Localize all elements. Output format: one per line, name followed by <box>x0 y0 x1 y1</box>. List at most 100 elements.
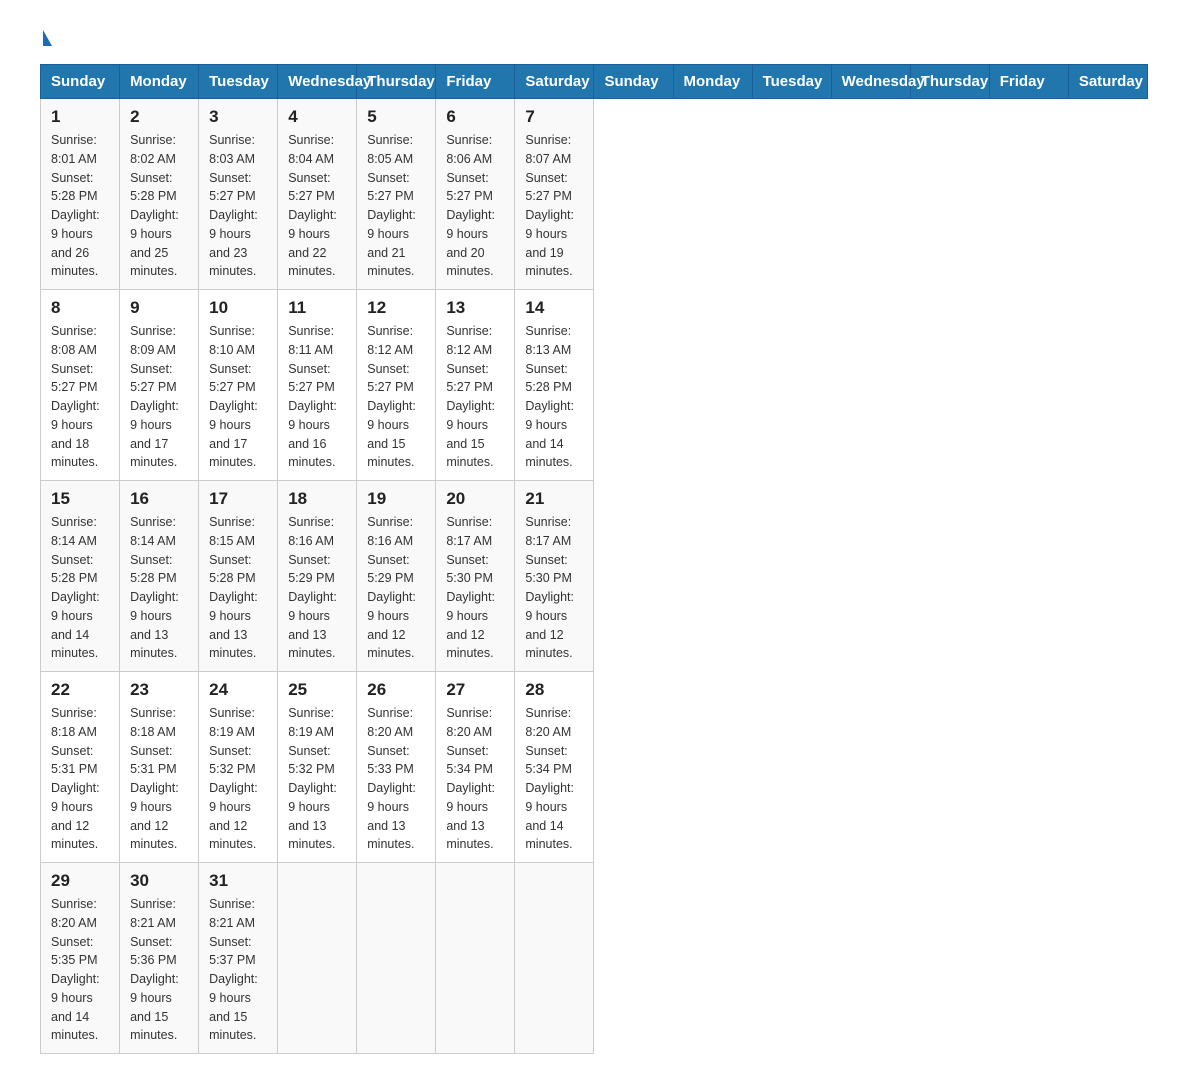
calendar-cell <box>357 863 436 1054</box>
day-info: Sunrise: 8:20 AMSunset: 5:34 PMDaylight:… <box>446 704 504 854</box>
calendar-week-row: 8Sunrise: 8:08 AMSunset: 5:27 PMDaylight… <box>41 290 1148 481</box>
day-info: Sunrise: 8:17 AMSunset: 5:30 PMDaylight:… <box>525 513 583 663</box>
day-number: 14 <box>525 298 583 318</box>
calendar-cell: 30Sunrise: 8:21 AMSunset: 5:36 PMDayligh… <box>120 863 199 1054</box>
calendar-cell: 31Sunrise: 8:21 AMSunset: 5:37 PMDayligh… <box>199 863 278 1054</box>
calendar-cell: 28 Sunrise: 8:20 AMSunset: 5:34 PMDayligh… <box>515 672 594 863</box>
day-number: 20 <box>446 489 504 509</box>
logo-arrow-icon <box>43 30 52 46</box>
calendar-cell: 21 Sunrise: 8:17 AMSunset: 5:30 PMDayligh… <box>515 481 594 672</box>
calendar-week-row: 29Sunrise: 8:20 AMSunset: 5:35 PMDayligh… <box>41 863 1148 1054</box>
day-info: Sunrise: 8:12 AMSunset: 5:27 PMDaylight:… <box>367 322 425 472</box>
day-info: Sunrise: 8:05 AMSunset: 5:27 PMDaylight:… <box>367 131 425 281</box>
calendar-cell: 20Sunrise: 8:17 AMSunset: 5:30 PMDayligh… <box>436 481 515 672</box>
day-number: 19 <box>367 489 425 509</box>
day-info: Sunrise: 8:06 AMSunset: 5:27 PMDaylight:… <box>446 131 504 281</box>
calendar-cell: 19 Sunrise: 8:16 AMSunset: 5:29 PMDayligh… <box>357 481 436 672</box>
logo <box>40 30 52 44</box>
calendar-cell: 13 Sunrise: 8:12 AMSunset: 5:27 PMDayligh… <box>436 290 515 481</box>
day-number: 2 <box>130 107 188 127</box>
day-info: Sunrise: 8:04 AMSunset: 5:27 PMDaylight:… <box>288 131 346 281</box>
day-number: 22 <box>51 680 109 700</box>
day-info: Sunrise: 8:02 AMSunset: 5:28 PMDaylight:… <box>130 131 188 281</box>
header-sunday: Sunday <box>41 65 120 99</box>
day-info: Sunrise: 8:18 AMSunset: 5:31 PMDaylight:… <box>51 704 109 854</box>
weekday-header-thursday: Thursday <box>910 65 989 99</box>
day-info: Sunrise: 8:08 AMSunset: 5:27 PMDaylight:… <box>51 322 109 472</box>
calendar-cell <box>436 863 515 1054</box>
day-number: 13 <box>446 298 504 318</box>
day-info: Sunrise: 8:14 AMSunset: 5:28 PMDaylight:… <box>51 513 109 663</box>
header-saturday: Saturday <box>515 65 594 99</box>
day-number: 16 <box>130 489 188 509</box>
header-tuesday: Tuesday <box>199 65 278 99</box>
calendar-cell: 2 Sunrise: 8:02 AMSunset: 5:28 PMDaylight… <box>120 99 199 290</box>
day-number: 28 <box>525 680 583 700</box>
calendar-cell: 14Sunrise: 8:13 AMSunset: 5:28 PMDayligh… <box>515 290 594 481</box>
header-monday: Monday <box>120 65 199 99</box>
header-friday: Friday <box>436 65 515 99</box>
header-thursday: Thursday <box>357 65 436 99</box>
calendar-cell: 3Sunrise: 8:03 AMSunset: 5:27 PMDaylight… <box>199 99 278 290</box>
day-info: Sunrise: 8:03 AMSunset: 5:27 PMDaylight:… <box>209 131 267 281</box>
calendar-header-row: SundayMondayTuesdayWednesdayThursdayFrid… <box>41 65 1148 99</box>
calendar-cell: 25 Sunrise: 8:19 AMSunset: 5:32 PMDayligh… <box>278 672 357 863</box>
day-number: 5 <box>367 107 425 127</box>
day-number: 18 <box>288 489 346 509</box>
day-info: Sunrise: 8:20 AMSunset: 5:33 PMDaylight:… <box>367 704 425 854</box>
day-number: 1 <box>51 107 109 127</box>
calendar-cell: 6 Sunrise: 8:06 AMSunset: 5:27 PMDaylight… <box>436 99 515 290</box>
calendar-cell: 26 Sunrise: 8:20 AMSunset: 5:33 PMDayligh… <box>357 672 436 863</box>
day-number: 4 <box>288 107 346 127</box>
weekday-header-sunday: Sunday <box>594 65 673 99</box>
calendar-cell <box>278 863 357 1054</box>
logo-text-block <box>40 30 52 44</box>
calendar-cell: 12 Sunrise: 8:12 AMSunset: 5:27 PMDayligh… <box>357 290 436 481</box>
day-info: Sunrise: 8:16 AMSunset: 5:29 PMDaylight:… <box>288 513 346 663</box>
calendar-cell: 9Sunrise: 8:09 AMSunset: 5:27 PMDaylight… <box>120 290 199 481</box>
calendar-table: SundayMondayTuesdayWednesdayThursdayFrid… <box>40 64 1148 1054</box>
day-number: 17 <box>209 489 267 509</box>
day-info: Sunrise: 8:18 AMSunset: 5:31 PMDaylight:… <box>130 704 188 854</box>
day-number: 12 <box>367 298 425 318</box>
day-number: 6 <box>446 107 504 127</box>
day-info: Sunrise: 8:12 AMSunset: 5:27 PMDaylight:… <box>446 322 504 472</box>
day-number: 11 <box>288 298 346 318</box>
calendar-cell: 4 Sunrise: 8:04 AMSunset: 5:27 PMDaylight… <box>278 99 357 290</box>
day-info: Sunrise: 8:20 AMSunset: 5:34 PMDaylight:… <box>525 704 583 854</box>
day-number: 21 <box>525 489 583 509</box>
day-number: 10 <box>209 298 267 318</box>
calendar-cell <box>515 863 594 1054</box>
calendar-cell: 27 Sunrise: 8:20 AMSunset: 5:34 PMDayligh… <box>436 672 515 863</box>
weekday-header-tuesday: Tuesday <box>752 65 831 99</box>
day-number: 26 <box>367 680 425 700</box>
calendar-cell: 7Sunrise: 8:07 AMSunset: 5:27 PMDaylight… <box>515 99 594 290</box>
day-info: Sunrise: 8:19 AMSunset: 5:32 PMDaylight:… <box>209 704 267 854</box>
weekday-header-wednesday: Wednesday <box>831 65 910 99</box>
day-number: 29 <box>51 871 109 891</box>
calendar-cell: 11Sunrise: 8:11 AMSunset: 5:27 PMDayligh… <box>278 290 357 481</box>
page-header <box>40 30 1148 44</box>
day-info: Sunrise: 8:19 AMSunset: 5:32 PMDaylight:… <box>288 704 346 854</box>
day-info: Sunrise: 8:16 AMSunset: 5:29 PMDaylight:… <box>367 513 425 663</box>
calendar-cell: 1 Sunrise: 8:01 AMSunset: 5:28 PMDaylight… <box>41 99 120 290</box>
weekday-header-friday: Friday <box>989 65 1068 99</box>
day-info: Sunrise: 8:07 AMSunset: 5:27 PMDaylight:… <box>525 131 583 281</box>
day-number: 30 <box>130 871 188 891</box>
day-info: Sunrise: 8:09 AMSunset: 5:27 PMDaylight:… <box>130 322 188 472</box>
calendar-cell: 16Sunrise: 8:14 AMSunset: 5:28 PMDayligh… <box>120 481 199 672</box>
calendar-cell: 15Sunrise: 8:14 AMSunset: 5:28 PMDayligh… <box>41 481 120 672</box>
calendar-cell: 10 Sunrise: 8:10 AMSunset: 5:27 PMDayligh… <box>199 290 278 481</box>
calendar-week-row: 22 Sunrise: 8:18 AMSunset: 5:31 PMDayligh… <box>41 672 1148 863</box>
day-info: Sunrise: 8:01 AMSunset: 5:28 PMDaylight:… <box>51 131 109 281</box>
day-info: Sunrise: 8:15 AMSunset: 5:28 PMDaylight:… <box>209 513 267 663</box>
day-number: 27 <box>446 680 504 700</box>
calendar-cell: 17 Sunrise: 8:15 AMSunset: 5:28 PMDayligh… <box>199 481 278 672</box>
header-wednesday: Wednesday <box>278 65 357 99</box>
day-info: Sunrise: 8:10 AMSunset: 5:27 PMDaylight:… <box>209 322 267 472</box>
calendar-week-row: 1 Sunrise: 8:01 AMSunset: 5:28 PMDaylight… <box>41 99 1148 290</box>
day-number: 24 <box>209 680 267 700</box>
day-number: 25 <box>288 680 346 700</box>
calendar-cell: 29Sunrise: 8:20 AMSunset: 5:35 PMDayligh… <box>41 863 120 1054</box>
weekday-header-monday: Monday <box>673 65 752 99</box>
